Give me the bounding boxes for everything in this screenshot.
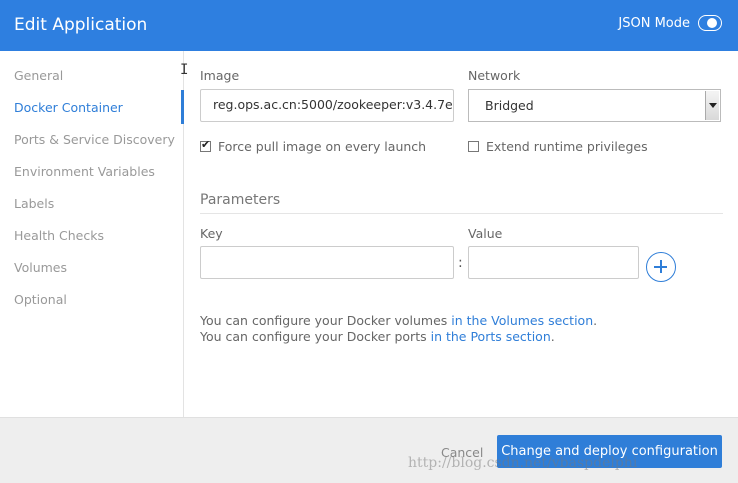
param-key-input[interactable] [200,246,454,279]
checkbox-unchecked-icon[interactable] [468,141,479,152]
sidebar-item-ports-service-discovery[interactable]: Ports & Service Discovery [14,132,175,147]
modal-title: Edit Application [14,15,148,35]
sidebar-item-docker-container[interactable]: Docker Container [14,100,123,115]
volumes-section-link[interactable]: in the Volumes section [451,313,593,328]
force-pull-checkbox[interactable]: Force pull image on every launch [200,138,427,154]
toggle-switch-icon[interactable] [698,15,722,31]
volumes-info-text: You can configure your Docker volumes in… [200,313,597,328]
ports-section-link[interactable]: in the Ports section [431,329,551,344]
image-input[interactable]: reg.ops.ac.cn:5000/zookeeper:v3.4.7e1 [200,89,454,122]
ports-info-text: You can configure your Docker ports in t… [200,329,555,344]
param-value-input[interactable] [468,246,639,279]
volumes-info-suffix: . [593,313,598,328]
add-parameter-button[interactable] [646,252,676,282]
watermark-text: http://blog.csdn.net/vbaspdelphi [408,455,638,471]
extend-privileges-checkbox[interactable]: Extend runtime privileges [468,139,648,154]
sidebar-active-indicator [181,90,184,124]
sidebar-nav: General Docker Container Ports & Service… [0,51,184,417]
volumes-info-prefix: You can configure your Docker volumes [200,313,452,328]
network-select-value: Bridged [485,98,534,113]
sidebar-item-general[interactable]: General [14,68,63,83]
sidebar-item-health-checks[interactable]: Health Checks [14,228,104,243]
force-pull-label: Force pull image on every launch [218,139,427,154]
parameters-section-title: Parameters [200,192,281,208]
section-divider [200,213,723,214]
dropdown-arrow-icon[interactable] [705,91,719,120]
modal-header: Edit Application JSON Mode [0,0,738,51]
sidebar-item-optional[interactable]: Optional [14,292,67,307]
param-key-label: Key [200,226,223,241]
sidebar-item-labels[interactable]: Labels [14,196,54,211]
text-cursor-icon: I [180,62,189,78]
network-label: Network [468,68,521,83]
json-mode-label: JSON Mode [618,15,690,31]
key-value-separator: : [458,255,463,271]
ports-info-prefix: You can configure your Docker ports [200,329,431,344]
ports-info-suffix: . [550,329,555,344]
modal-footer: Cancel Change and deploy configuration [0,417,738,483]
json-mode-toggle[interactable]: JSON Mode [618,15,722,31]
image-label: Image [200,68,240,83]
sidebar-item-environment-variables[interactable]: Environment Variables [14,164,155,179]
extend-privileges-label: Extend runtime privileges [486,139,648,154]
param-value-label: Value [468,226,503,241]
checkbox-checked-icon[interactable] [200,138,211,152]
network-select[interactable]: Bridged [468,89,721,122]
sidebar-item-volumes[interactable]: Volumes [14,260,67,275]
